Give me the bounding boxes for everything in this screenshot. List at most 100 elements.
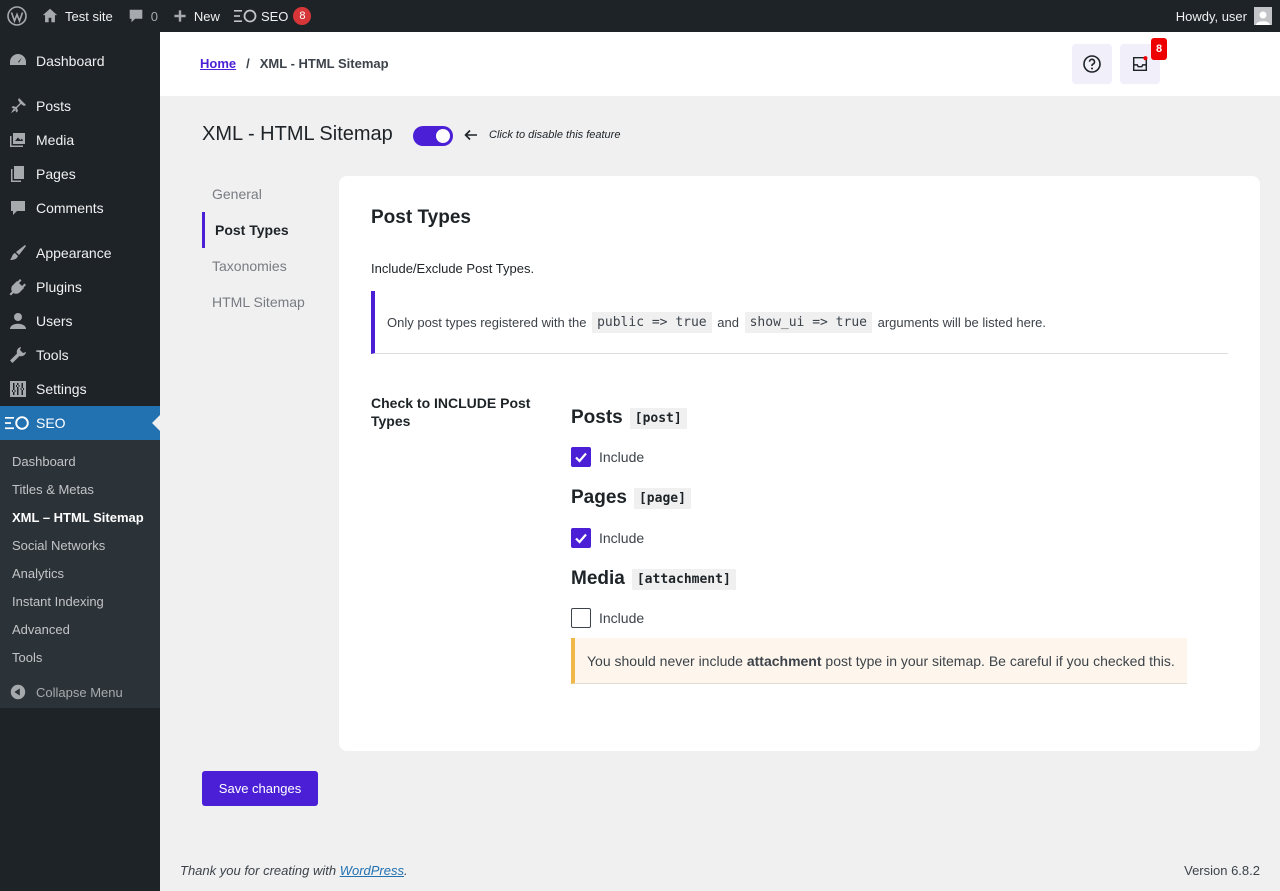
- sidebar-item-label: Dashboard: [36, 53, 105, 69]
- field-label: Check to INCLUDE Post Types: [371, 395, 531, 429]
- sidebar-item-dashboard[interactable]: Dashboard: [0, 44, 160, 78]
- wordpress-link[interactable]: WordPress: [340, 863, 404, 878]
- footer-version: Version 6.8.2: [1184, 863, 1260, 878]
- comments-count: 0: [150, 8, 158, 24]
- seo-adminbar-link[interactable]: SEO 8: [227, 0, 318, 32]
- question-icon: [1083, 55, 1101, 73]
- notice-code-show-ui: show_ui => true: [744, 311, 872, 333]
- submenu-item-dashboard[interactable]: Dashboard: [0, 447, 160, 475]
- plug-icon: [9, 279, 26, 296]
- info-notice: Only post types registered with the publ…: [371, 291, 1228, 354]
- checkmark-icon: [575, 533, 587, 544]
- checkbox-label: Include: [599, 530, 645, 546]
- user-icon: [10, 313, 26, 329]
- sidebar-item-comments[interactable]: Comments: [0, 191, 160, 225]
- sidebar-item-plugins[interactable]: Plugins: [0, 270, 160, 304]
- comment-icon: [11, 201, 25, 215]
- attachment-warning: You should never include attachment post…: [571, 638, 1187, 684]
- checkbox-box[interactable]: [571, 447, 591, 467]
- media-icon: [10, 133, 25, 147]
- sidebar-item-label: Media: [36, 132, 75, 148]
- post-type-slug: [post]: [629, 407, 687, 429]
- submenu-item-social-networks[interactable]: Social Networks: [0, 531, 160, 559]
- post-type-heading-media: Media [attachment]: [571, 568, 738, 590]
- post-type-heading-pages: Pages [page]: [571, 487, 693, 509]
- sidebar-item-label: Settings: [36, 381, 87, 397]
- post-type-name: Pages: [571, 487, 627, 508]
- footer-period: .: [404, 863, 408, 878]
- toggle-knob: [436, 129, 450, 143]
- seo-submenu: Dashboard Titles & Metas XML – HTML Site…: [0, 440, 160, 708]
- submenu-item-tools[interactable]: Tools: [0, 643, 160, 671]
- include-posts-checkbox[interactable]: Include: [571, 447, 644, 467]
- post-type-name: Posts: [571, 407, 623, 428]
- tab-taxonomies[interactable]: Taxonomies: [202, 248, 332, 284]
- collapse-menu-label: Collapse Menu: [36, 684, 123, 700]
- post-type-slug: [page]: [633, 487, 691, 509]
- collapse-menu-button[interactable]: Collapse Menu: [0, 675, 160, 709]
- sidebar-item-label: Tools: [36, 347, 69, 363]
- seo-notification-badge: 8: [293, 7, 312, 25]
- comments-link[interactable]: 0: [120, 0, 165, 32]
- include-media-checkbox[interactable]: Include: [571, 608, 644, 628]
- wordpress-logo-icon[interactable]: [0, 0, 34, 32]
- plugin-header: Home / XML - HTML Sitemap 8: [160, 32, 1280, 96]
- submenu-item-instant-indexing[interactable]: Instant Indexing: [0, 587, 160, 615]
- notifications-badge: 8: [1151, 38, 1167, 60]
- sidebar-item-pages[interactable]: Pages: [0, 157, 160, 191]
- include-pages-checkbox[interactable]: Include: [571, 528, 644, 548]
- breadcrumb-separator: /: [246, 56, 250, 71]
- home-icon: [42, 8, 58, 23]
- tab-post-types[interactable]: Post Types: [202, 212, 332, 248]
- post-type-name: Media: [571, 568, 625, 589]
- sidebar-item-label: Appearance: [36, 245, 112, 261]
- checkbox-label: Include: [599, 449, 645, 465]
- sidebar-item-label: Posts: [36, 98, 72, 114]
- footer-thanks-text: Thank you for creating with: [180, 863, 337, 878]
- submenu-item-xml-html-sitemap[interactable]: XML – HTML Sitemap: [0, 503, 160, 531]
- new-label: New: [193, 8, 220, 24]
- page-title: XML - HTML Sitemap: [202, 123, 393, 145]
- submenu-item-titles-metas[interactable]: Titles & Metas: [0, 475, 160, 503]
- my-account-link[interactable]: Howdy, user: [1169, 0, 1280, 32]
- comment-icon: [129, 9, 142, 23]
- toggle-hint: Click to disable this feature: [489, 129, 621, 141]
- checkbox-box[interactable]: [571, 528, 591, 548]
- sidebar-item-label: Comments: [36, 200, 104, 216]
- tab-general[interactable]: General: [202, 176, 332, 212]
- submenu-item-advanced[interactable]: Advanced: [0, 615, 160, 643]
- breadcrumb: Home / XML - HTML Sitemap: [200, 56, 389, 71]
- warning-text-after: post type in your sitemap. Be careful if…: [825, 652, 1175, 669]
- plus-icon: [174, 10, 186, 22]
- sidebar-item-label: Pages: [36, 166, 76, 182]
- sidebar-item-label: SEO: [36, 415, 66, 431]
- checkbox-box[interactable]: [571, 608, 591, 628]
- sidebar-item-appearance[interactable]: Appearance: [0, 236, 160, 270]
- feature-toggle[interactable]: [413, 126, 453, 146]
- sidebar-item-seo[interactable]: SEO: [0, 406, 160, 440]
- sidebar-item-users[interactable]: Users: [0, 304, 160, 338]
- tab-html-sitemap[interactable]: HTML Sitemap: [202, 284, 332, 320]
- help-button[interactable]: [1072, 44, 1112, 84]
- breadcrumb-home-link[interactable]: Home: [200, 56, 236, 71]
- section-description: Include/Exclude Post Types.: [371, 261, 535, 276]
- sidebar-item-posts[interactable]: Posts: [0, 89, 160, 123]
- site-name-link[interactable]: Test site: [34, 0, 120, 32]
- section-title: Post Types: [371, 207, 471, 228]
- breadcrumb-current: XML - HTML Sitemap: [259, 56, 389, 71]
- dashboard-icon: [10, 54, 26, 65]
- pages-icon: [11, 166, 24, 182]
- save-changes-button[interactable]: Save changes: [202, 771, 318, 806]
- notifications-button[interactable]: 8: [1120, 38, 1167, 84]
- new-content-link[interactable]: New: [165, 0, 227, 32]
- warning-text-before: You should never include: [587, 652, 743, 669]
- collapse-arrow-icon: [10, 684, 26, 700]
- wrench-icon: [10, 347, 26, 363]
- arrow-left-icon: [464, 129, 477, 141]
- submenu-item-analytics[interactable]: Analytics: [0, 559, 160, 587]
- sidebar-item-tools[interactable]: Tools: [0, 338, 160, 372]
- inbox-icon: [1132, 56, 1148, 72]
- sidebar-item-media[interactable]: Media: [0, 123, 160, 157]
- site-name: Test site: [65, 8, 113, 24]
- sidebar-item-settings[interactable]: Settings: [0, 372, 160, 406]
